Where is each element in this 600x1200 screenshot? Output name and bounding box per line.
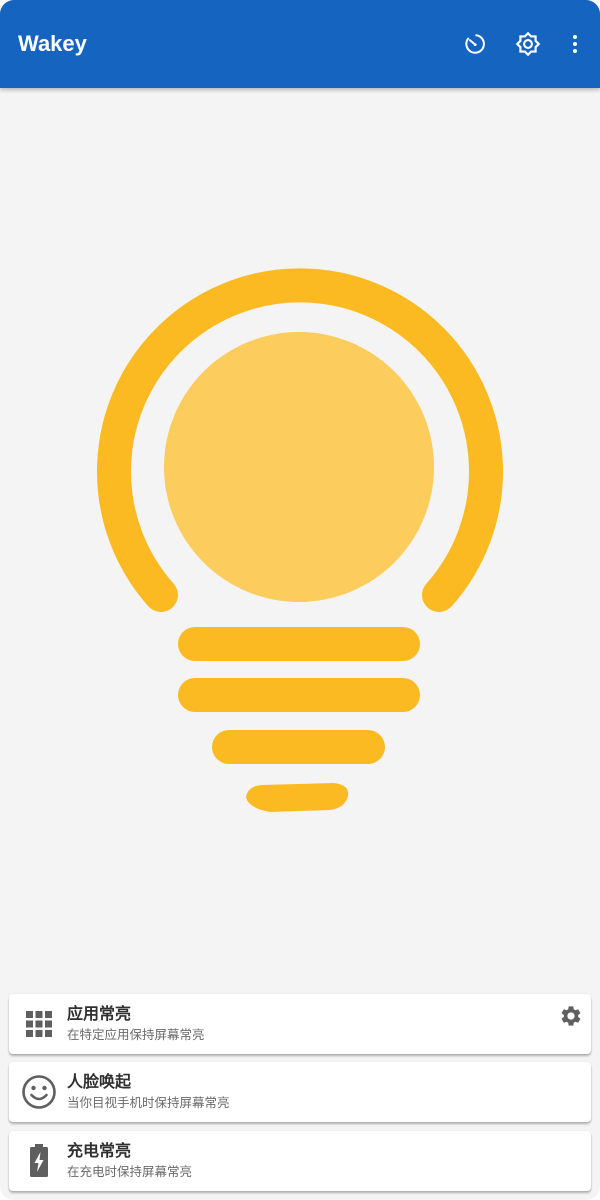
face-icon [19, 1072, 59, 1112]
card-title: 人脸唤起 [67, 1072, 132, 1091]
settings-gear-icon[interactable] [555, 1000, 587, 1032]
bulb-toggle[interactable] [0, 88, 600, 988]
timer-icon[interactable] [457, 26, 493, 62]
card-title: 应用常亮 [67, 1004, 132, 1023]
face-wake-card[interactable]: 人脸唤起 当你目视手机时保持屏幕常亮 [9, 1062, 591, 1122]
app-title: Wakey [18, 31, 87, 56]
brightness-settings-icon[interactable] [510, 26, 546, 62]
battery-charging-icon [19, 1141, 59, 1181]
app-bar: Wakey [0, 0, 600, 88]
card-subtitle: 当你目视手机时保持屏幕常亮 [67, 1095, 230, 1110]
apps-grid-icon [19, 1004, 59, 1044]
app-keep-awake-card[interactable]: 应用常亮 在特定应用保持屏幕常亮 [9, 994, 591, 1054]
app-screen: Wakey 应用常亮 在特定应用保持屏幕常亮 人脸唤起 当你目视手机时保持屏幕常… [0, 0, 600, 1200]
card-subtitle: 在充电时保持屏幕常亮 [67, 1164, 193, 1179]
lightbulb-icon [97, 268, 503, 812]
charging-keep-awake-card[interactable]: 充电常亮 在充电时保持屏幕常亮 [9, 1131, 591, 1191]
card-title: 充电常亮 [67, 1141, 132, 1160]
more-vert-icon[interactable] [557, 26, 593, 62]
card-subtitle: 在特定应用保持屏幕常亮 [67, 1027, 205, 1042]
